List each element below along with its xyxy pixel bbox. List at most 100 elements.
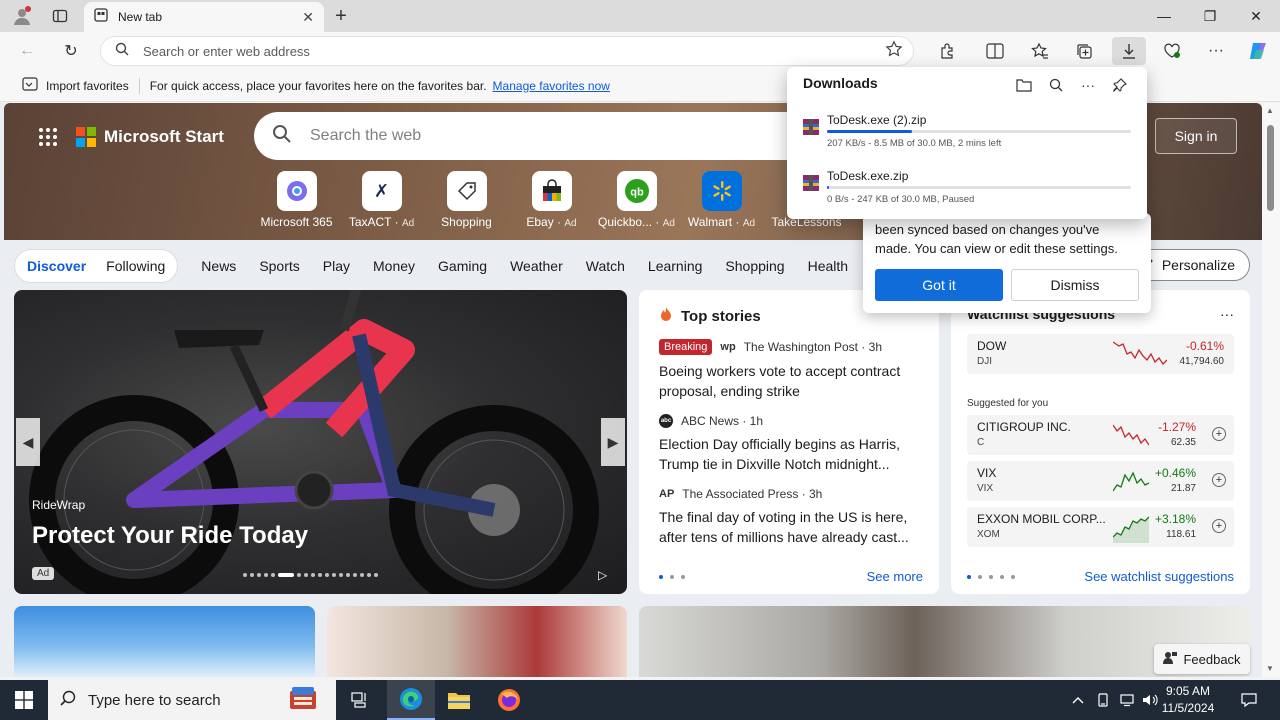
nav-weather[interactable]: Weather bbox=[510, 258, 563, 274]
ad-choices-icon[interactable]: ▷ bbox=[598, 568, 607, 582]
close-window-button[interactable]: ✕ bbox=[1233, 0, 1279, 32]
hero-title[interactable]: Protect Your Ride Today bbox=[32, 522, 308, 550]
extensions-icon[interactable] bbox=[932, 37, 962, 65]
nav-play[interactable]: Play bbox=[323, 258, 350, 274]
web-search-input[interactable] bbox=[310, 127, 517, 145]
microsoft-start-logo[interactable]: Microsoft Start bbox=[76, 127, 224, 147]
quick-link-quickbooks[interactable]: qb Quickbo... · Ad bbox=[594, 171, 679, 229]
favorites-icon[interactable] bbox=[1025, 37, 1055, 65]
story-item[interactable]: abc ABC News · 1h Election Day officiall… bbox=[659, 414, 919, 474]
notifications-icon[interactable] bbox=[1234, 680, 1264, 720]
watchlist-more-icon[interactable]: ··· bbox=[1220, 306, 1234, 322]
story-item[interactable]: Breaking wp The Washington Post · 3h Boe… bbox=[659, 339, 919, 401]
back-button[interactable]: ← bbox=[12, 37, 42, 65]
stock-change: +3.18% bbox=[1154, 512, 1196, 526]
nav-money[interactable]: Money bbox=[373, 258, 415, 274]
taskbar-search-input[interactable] bbox=[88, 691, 268, 709]
stories-page-dots[interactable] bbox=[659, 574, 692, 579]
download-item[interactable]: ToDesk.exe (2).zip 207 KB/s - 8.5 MB of … bbox=[803, 111, 1133, 157]
web-search-box[interactable] bbox=[254, 112, 874, 160]
collections-icon[interactable] bbox=[1069, 37, 1099, 65]
downloads-more-icon[interactable]: ··· bbox=[1075, 73, 1101, 97]
dismiss-button[interactable]: Dismiss bbox=[1011, 269, 1139, 301]
quick-link-microsoft-365[interactable]: Microsoft 365 bbox=[254, 171, 339, 229]
add-to-watchlist-button[interactable]: + bbox=[1212, 427, 1226, 441]
tab-following[interactable]: Following bbox=[106, 258, 165, 274]
address-input[interactable] bbox=[143, 43, 885, 59]
stock-price: 21.87 bbox=[1170, 483, 1196, 494]
nav-gaming[interactable]: Gaming bbox=[438, 258, 487, 274]
story-source: ABC News · 1h bbox=[681, 414, 764, 428]
carousel-prev-button[interactable]: ◀ bbox=[16, 418, 40, 466]
device-icon[interactable] bbox=[1092, 680, 1114, 720]
discover-following-toggle: Discover Following bbox=[14, 249, 179, 283]
profile-icon[interactable] bbox=[8, 2, 36, 30]
search-highlight-icon[interactable] bbox=[286, 683, 320, 718]
add-to-watchlist-button[interactable]: + bbox=[1212, 519, 1226, 533]
more-menu-icon[interactable]: ··· bbox=[1201, 37, 1231, 65]
news-card-sky[interactable] bbox=[14, 606, 315, 677]
stock-row[interactable]: EXXON MOBIL CORP... XOM +3.18% 118.61 + bbox=[967, 507, 1234, 547]
task-view-icon[interactable] bbox=[336, 680, 384, 720]
favorite-star-icon[interactable] bbox=[885, 39, 903, 63]
nav-shopping[interactable]: Shopping bbox=[725, 258, 784, 274]
open-folder-icon[interactable] bbox=[1011, 73, 1037, 97]
downloads-button[interactable] bbox=[1112, 37, 1146, 65]
quick-link-ebay[interactable]: Ebay · Ad bbox=[509, 171, 594, 229]
news-card-graffiti[interactable] bbox=[327, 606, 627, 677]
start-button[interactable] bbox=[0, 680, 48, 720]
got-it-button[interactable]: Got it bbox=[875, 269, 1003, 301]
nav-learning[interactable]: Learning bbox=[648, 258, 703, 274]
story-item[interactable]: AP The Associated Press · 3h The final d… bbox=[659, 487, 919, 547]
sign-in-button[interactable]: Sign in bbox=[1155, 118, 1237, 154]
apps-grid-icon[interactable] bbox=[38, 127, 58, 152]
search-downloads-icon[interactable] bbox=[1043, 73, 1069, 97]
manage-favorites-link[interactable]: Manage favorites now bbox=[493, 79, 610, 93]
minimize-button[interactable]: — bbox=[1141, 0, 1187, 32]
quick-link-walmart[interactable]: Walmart · Ad bbox=[679, 171, 764, 229]
nav-news[interactable]: News bbox=[201, 258, 236, 274]
quick-link-shopping[interactable]: Shopping bbox=[424, 171, 509, 229]
add-to-watchlist-button[interactable]: + bbox=[1212, 473, 1226, 487]
edge-taskbar-icon[interactable] bbox=[387, 680, 435, 720]
scroll-up-icon[interactable]: ▲ bbox=[1266, 106, 1274, 115]
page-scrollbar[interactable]: ▲ ▼ bbox=[1262, 103, 1280, 677]
split-screen-icon[interactable] bbox=[980, 37, 1010, 65]
browser-essentials-icon[interactable] bbox=[1157, 37, 1187, 65]
tab-new-tab[interactable]: New tab ✕ bbox=[84, 2, 324, 32]
feedback-button[interactable]: Feedback bbox=[1154, 644, 1250, 674]
see-watchlist-link[interactable]: See watchlist suggestions bbox=[1084, 569, 1234, 584]
address-bar[interactable] bbox=[100, 36, 914, 66]
stock-row[interactable]: CITIGROUP INC. C -1.27% 62.35 + bbox=[967, 415, 1234, 455]
stock-row[interactable]: VIX VIX +0.46% 21.87 + bbox=[967, 461, 1234, 501]
scroll-down-icon[interactable]: ▼ bbox=[1266, 664, 1274, 673]
new-tab-button[interactable]: + bbox=[327, 2, 355, 30]
pin-icon[interactable] bbox=[1107, 73, 1133, 97]
scroll-thumb[interactable] bbox=[1267, 125, 1274, 211]
taskbar-search[interactable] bbox=[48, 680, 336, 720]
watchlist-page-dots[interactable] bbox=[967, 574, 1022, 579]
tab-actions-icon[interactable] bbox=[46, 2, 74, 30]
tab-discover[interactable]: Discover bbox=[27, 258, 86, 274]
stock-change: -1.27% bbox=[1157, 420, 1196, 434]
show-hidden-icons[interactable] bbox=[1068, 680, 1088, 720]
hero-ad-card[interactable]: ◀ ▶ RideWrap Protect Your Ride Today Ad … bbox=[14, 290, 627, 594]
washington-post-logo: wp bbox=[720, 341, 736, 353]
firefox-icon[interactable] bbox=[485, 680, 533, 720]
quick-link-taxact[interactable]: ✗ TaxACT · Ad bbox=[339, 171, 424, 229]
carousel-next-button[interactable]: ▶ bbox=[601, 418, 625, 466]
restore-button[interactable]: ❐ bbox=[1187, 0, 1233, 32]
see-more-link[interactable]: See more bbox=[867, 569, 923, 584]
network-icon[interactable] bbox=[1116, 680, 1138, 720]
taskbar-clock[interactable]: 9:05 AM 11/5/2024 bbox=[1156, 683, 1220, 717]
close-tab-icon[interactable]: ✕ bbox=[302, 9, 314, 26]
nav-watch[interactable]: Watch bbox=[586, 258, 625, 274]
file-explorer-icon[interactable] bbox=[435, 680, 483, 720]
nav-health[interactable]: Health bbox=[808, 258, 848, 274]
download-item[interactable]: ToDesk.exe.zip 0 B/s - 247 KB of 30.0 MB… bbox=[803, 167, 1133, 213]
refresh-button[interactable]: ↻ bbox=[56, 37, 86, 65]
import-favorites-button[interactable]: Import favorites bbox=[14, 77, 129, 94]
nav-sports[interactable]: Sports bbox=[259, 258, 299, 274]
copilot-icon[interactable] bbox=[1243, 37, 1273, 65]
stock-row[interactable]: DOW DJI -0.61% 41,794.60 bbox=[967, 334, 1234, 374]
